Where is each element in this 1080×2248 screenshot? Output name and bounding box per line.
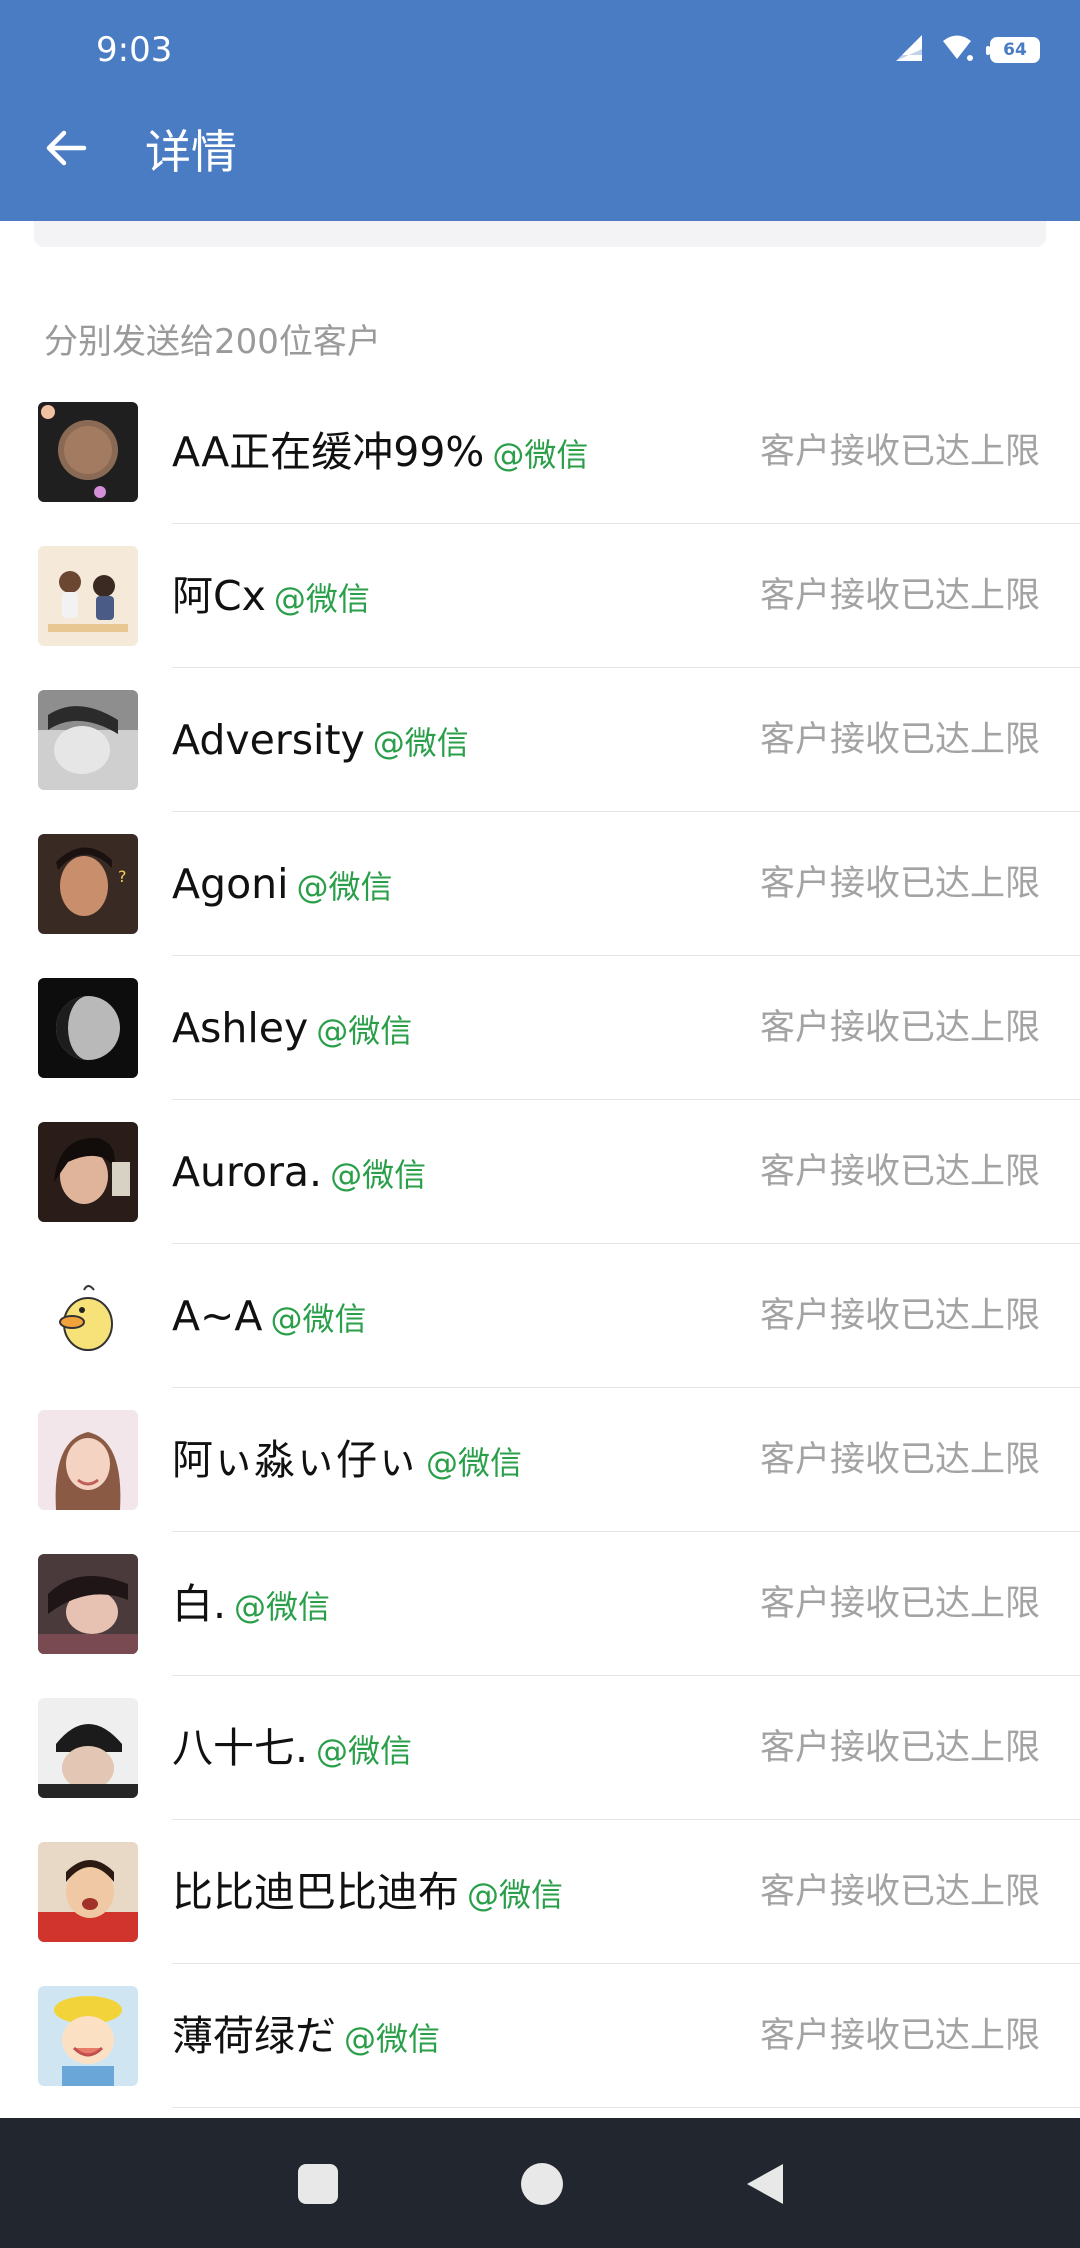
customer-info: 阿Cx @微信 [172,568,370,624]
signal-icon [894,33,924,67]
delivery-status: 客户接收已达上限 [759,576,1040,616]
source-tag: @微信 [372,724,469,762]
customer-info: 阿ぃ淼ぃ仔ぃ @微信 [172,1432,522,1488]
source-tag: @微信 [467,1876,564,1914]
wifi-icon [940,33,974,67]
status-time: 9:03 [96,30,173,70]
delivery-status: 客户接收已达上限 [759,1440,1040,1480]
list-item[interactable]: 阿ぃ淼ぃ仔ぃ @微信 客户接收已达上限 [0,1388,1080,1532]
list-item[interactable]: Aurora. @微信 客户接收已达上限 [0,1100,1080,1244]
avatar [38,402,138,502]
section-label: 分别发送给200位客户 [44,322,381,362]
list-item[interactable]: 薄荷绿だ @微信 客户接收已达上限 [0,1964,1080,2108]
svg-text:?: ? [118,867,127,886]
customer-info: 比比迪巴比迪布 @微信 [172,1864,563,1920]
customer-name: Agoni [172,860,289,908]
delivery-status: 客户接收已达上限 [759,432,1040,472]
customer-info: AA正在缓冲99% @微信 [172,424,588,480]
list-item[interactable]: 八十七. @微信 客户接收已达上限 [0,1676,1080,1820]
avatar [38,1554,138,1654]
list-item[interactable]: AA正在缓冲99% @微信 客户接收已达上限 [0,380,1080,524]
customer-info: Aurora. @微信 [172,1144,426,1200]
avatar [38,1986,138,2086]
list-item[interactable]: Ashley @微信 客户接收已达上限 [0,956,1080,1100]
source-tag: @微信 [234,1588,331,1626]
customer-info: Agoni @微信 [172,856,393,912]
customer-name: AA正在缓冲99% [172,428,485,476]
list-item[interactable]: A~A @微信 客户接收已达上限 [0,1244,1080,1388]
delivery-status: 客户接收已达上限 [759,2016,1040,2056]
delivery-status: 客户接收已达上限 [759,1296,1040,1336]
home-circle-icon [521,2163,563,2205]
delivery-status: 客户接收已达上限 [759,1152,1040,1192]
delivery-status: 客户接收已达上限 [759,1872,1040,1912]
customer-name: Aurora. [172,1148,323,1196]
customer-info: 八十七. @微信 [172,1720,412,1776]
delivery-status: 客户接收已达上限 [759,864,1040,904]
avatar [38,1842,138,1942]
avatar [38,1266,138,1366]
divider [172,2107,1080,2108]
customer-info: Adversity @微信 [172,712,469,768]
battery-level: 64 [1003,40,1027,60]
recents-button[interactable] [278,2144,358,2224]
avatar [38,1410,138,1510]
source-tag: @微信 [426,1444,523,1482]
list-item[interactable]: Adversity @微信 客户接收已达上限 [0,668,1080,812]
list-item[interactable]: 比比迪巴比迪布 @微信 客户接收已达上限 [0,1820,1080,1964]
recents-square-icon [298,2164,338,2204]
avatar: ? [38,834,138,934]
source-tag: @微信 [492,436,589,474]
list-item[interactable]: 阿Cx @微信 客户接收已达上限 [0,524,1080,668]
customer-name: Adversity [172,716,365,764]
status-icons: 64 [894,30,1040,70]
delivery-status: 客户接收已达上限 [759,720,1040,760]
customer-name: Ashley [172,1004,309,1052]
source-tag: @微信 [273,580,370,618]
page-title: 详情 [145,125,237,179]
top-card-edge [34,221,1046,247]
battery-icon: 64 [986,37,1040,63]
source-tag: @微信 [330,1156,427,1194]
customer-info: 薄荷绿だ @微信 [172,2008,440,2064]
customer-list: AA正在缓冲99% @微信 客户接收已达上限 阿Cx @微信 客户接收已达上限 [0,380,1080,2108]
customer-name: 白. [172,1580,227,1628]
avatar [38,978,138,1078]
delivery-status: 客户接收已达上限 [759,1008,1040,1048]
source-tag: @微信 [344,2020,441,2058]
source-tag: @微信 [316,1732,413,1770]
avatar [38,1698,138,1798]
source-tag: @微信 [316,1012,413,1050]
delivery-status: 客户接收已达上限 [759,1584,1040,1624]
system-nav-bar [0,2118,1080,2248]
customer-name: 比比迪巴比迪布 [172,1868,459,1916]
source-tag: @微信 [270,1300,367,1338]
back-arrow-icon [46,130,87,166]
customer-info: 白. @微信 [172,1576,330,1632]
back-button[interactable] [34,116,98,180]
avatar [38,546,138,646]
customer-info: A~A @微信 [172,1288,366,1344]
customer-name: A~A [172,1292,263,1340]
list-item[interactable]: ? Agoni @微信 客户接收已达上限 [0,812,1080,956]
avatar [38,1122,138,1222]
customer-name: 阿ぃ淼ぃ仔ぃ [172,1436,418,1484]
back-triangle-icon [747,2164,783,2204]
list-item[interactable]: 白. @微信 客户接收已达上限 [0,1532,1080,1676]
avatar [38,690,138,790]
customer-name: 薄荷绿だ [172,2012,336,2060]
customer-name: 阿Cx [172,572,266,620]
source-tag: @微信 [296,868,393,906]
home-button[interactable] [502,2144,582,2224]
delivery-status: 客户接收已达上限 [759,1728,1040,1768]
customer-info: Ashley @微信 [172,1000,412,1056]
customer-name: 八十七. [172,1724,309,1772]
app-bar: 9:03 64 详情 [0,0,1080,221]
system-back-button[interactable] [726,2144,806,2224]
